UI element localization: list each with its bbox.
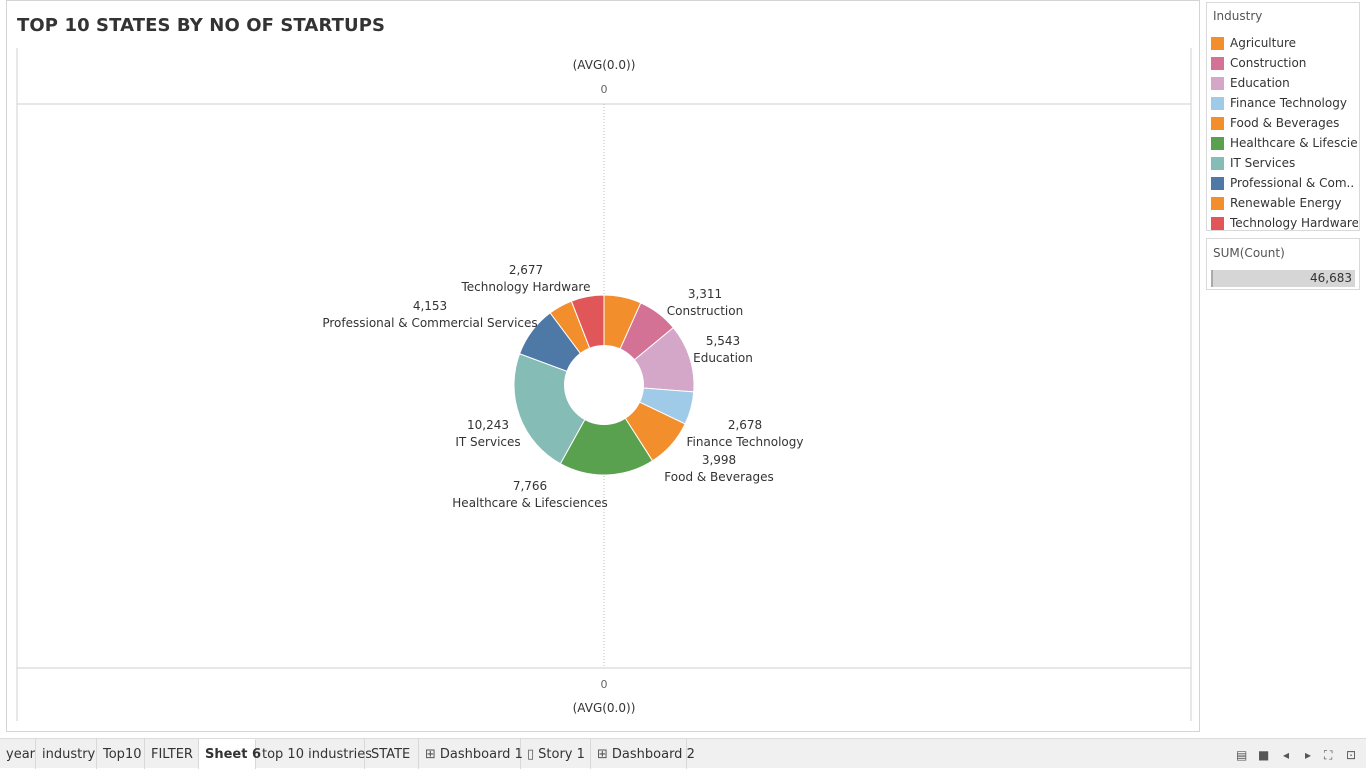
legend-label: Food & Beverages bbox=[1230, 116, 1340, 130]
legend-swatch bbox=[1211, 76, 1224, 90]
legend-swatch bbox=[1211, 96, 1224, 110]
dashboard-icon: ⊞ bbox=[597, 746, 608, 762]
slice-value-label: 3,998 bbox=[702, 453, 736, 467]
legend-item[interactable]: Agriculture bbox=[1207, 33, 1359, 53]
sheet-tab-label: Story 1 bbox=[538, 746, 585, 762]
slice-value-label: 10,243 bbox=[467, 418, 509, 432]
sheet-tab[interactable]: STATE bbox=[365, 739, 419, 769]
legend-swatch bbox=[1211, 176, 1224, 190]
slice-name-label: Finance Technology bbox=[687, 435, 804, 449]
donut-hole bbox=[564, 345, 644, 425]
legend-label: IT Services bbox=[1230, 156, 1296, 170]
slice-name-label: Education bbox=[693, 351, 753, 365]
legend-title: Industry bbox=[1213, 9, 1263, 23]
legend-swatch bbox=[1211, 136, 1224, 150]
size-legend: SUM(Count) 46,683 bbox=[1206, 238, 1360, 290]
sheet-tab[interactable]: ▯ Story 1 bbox=[521, 739, 591, 769]
top-axis-tick: 0 bbox=[601, 83, 608, 96]
legend-item[interactable]: Construction bbox=[1207, 53, 1359, 73]
legend-label: Healthcare & Lifescie.. bbox=[1230, 136, 1358, 150]
legend-swatch bbox=[1211, 196, 1224, 210]
sheet-tab-label: Dashboard 2 bbox=[611, 746, 695, 762]
sheet-tab[interactable]: FILTER bbox=[145, 739, 199, 769]
slice-name-label: Food & Beverages bbox=[664, 470, 773, 484]
story-icon: ▯ bbox=[527, 746, 535, 762]
sheet-tab-bar: year industry Top10 FILTER Sheet 6 top 10 ind… bbox=[0, 738, 1366, 769]
sheet-tab-label: year bbox=[6, 746, 36, 762]
fullscreen-icon[interactable]: ⛶ bbox=[1324, 748, 1332, 763]
legend-label: Construction bbox=[1230, 56, 1307, 70]
legend-item[interactable]: Renewable Energy bbox=[1207, 193, 1359, 213]
legend-item[interactable]: Food & Beverages bbox=[1207, 113, 1359, 133]
legend-item[interactable]: Finance Technology bbox=[1207, 93, 1359, 113]
chart-canvas: (AVG(0.0)) 0 0 (AVG(0.0)) 3,311 Construct… bbox=[16, 48, 1192, 721]
presentation-mode-icon[interactable]: ⊡ bbox=[1346, 748, 1356, 762]
show-filmstrip-icon[interactable]: ■ bbox=[1258, 748, 1269, 762]
worksheet-view: TOP 10 STATES BY NO OF STARTUPS (AVG(0.0… bbox=[6, 0, 1200, 732]
slice-value-label: 5,543 bbox=[706, 334, 740, 348]
sheet-tab[interactable]: industry bbox=[36, 739, 97, 769]
size-legend-title: SUM(Count) bbox=[1213, 246, 1285, 260]
sheet-tab-label: Sheet 6 bbox=[205, 747, 262, 762]
slice-name-label: IT Services bbox=[455, 435, 520, 449]
size-legend-value: 46,683 bbox=[1310, 271, 1352, 285]
bottom-axis-title: (AVG(0.0)) bbox=[573, 701, 636, 715]
slice-name-label: Construction bbox=[667, 304, 743, 318]
legend-swatch bbox=[1211, 156, 1224, 170]
top-axis-title: (AVG(0.0)) bbox=[573, 58, 636, 72]
sheet-tab[interactable]: year bbox=[0, 739, 36, 769]
legend-swatch bbox=[1211, 116, 1224, 130]
sheet-tab-label: top 10 industries bbox=[262, 746, 373, 762]
previous-sheet-icon[interactable]: ◂ bbox=[1283, 748, 1289, 762]
slice-name-label: Professional & Commercial Services bbox=[322, 316, 537, 330]
sheet-tab-label: Top10 bbox=[103, 746, 142, 762]
slice-value-label: 7,766 bbox=[513, 479, 547, 493]
sheet-tab[interactable]: ⊞ Dashboard 1 bbox=[419, 739, 523, 769]
dashboard-icon: ⊞ bbox=[425, 746, 436, 762]
bottom-axis-tick: 0 bbox=[601, 678, 608, 691]
legend-item[interactable]: Professional & Com.. bbox=[1207, 173, 1359, 193]
legend-label: Finance Technology bbox=[1230, 96, 1347, 110]
legend-swatch bbox=[1211, 36, 1224, 50]
sheet-tab[interactable]: Sheet 6 bbox=[199, 739, 261, 769]
legend-label: Professional & Com.. bbox=[1230, 176, 1355, 190]
slice-value-label: 4,153 bbox=[413, 299, 447, 313]
legend-item[interactable]: IT Services bbox=[1207, 153, 1359, 173]
legend-item[interactable]: Education bbox=[1207, 73, 1359, 93]
slice-name-label: Technology Hardware bbox=[461, 280, 591, 294]
legend-label: Agriculture bbox=[1230, 36, 1296, 50]
show-sheet-sorter-icon[interactable]: ▤ bbox=[1236, 748, 1247, 762]
slice-value-label: 2,678 bbox=[728, 418, 762, 432]
color-legend: Industry Agriculture Construction Educatio… bbox=[1206, 2, 1360, 231]
legend-label: Education bbox=[1230, 76, 1290, 90]
legend-swatch bbox=[1211, 56, 1224, 70]
sheet-tab-label: industry bbox=[42, 746, 96, 762]
sheet-tab-label: Dashboard 1 bbox=[439, 746, 523, 762]
legend-item[interactable]: Healthcare & Lifescie.. bbox=[1207, 133, 1359, 153]
legend-label: Renewable Energy bbox=[1230, 196, 1342, 210]
next-sheet-icon[interactable]: ▸ bbox=[1305, 748, 1311, 762]
sheet-tab[interactable]: top 10 industries bbox=[256, 739, 372, 769]
slice-value-label: 3,311 bbox=[688, 287, 722, 301]
sheet-tab-label: STATE bbox=[371, 746, 411, 762]
size-legend-bar: 46,683 bbox=[1211, 270, 1355, 287]
legend-swatch bbox=[1211, 216, 1224, 230]
legend-label: Technology Hardware bbox=[1230, 216, 1358, 230]
sheet-tab[interactable]: ⊞ Dashboard 2 bbox=[591, 739, 695, 769]
sheet-tab-label: FILTER bbox=[151, 746, 193, 762]
slice-name-label: Healthcare & Lifesciences bbox=[452, 496, 607, 510]
slice-value-label: 2,677 bbox=[509, 263, 543, 277]
legend-item[interactable]: Technology Hardware bbox=[1207, 213, 1359, 233]
sheet-tab[interactable]: Top10 bbox=[97, 739, 145, 769]
